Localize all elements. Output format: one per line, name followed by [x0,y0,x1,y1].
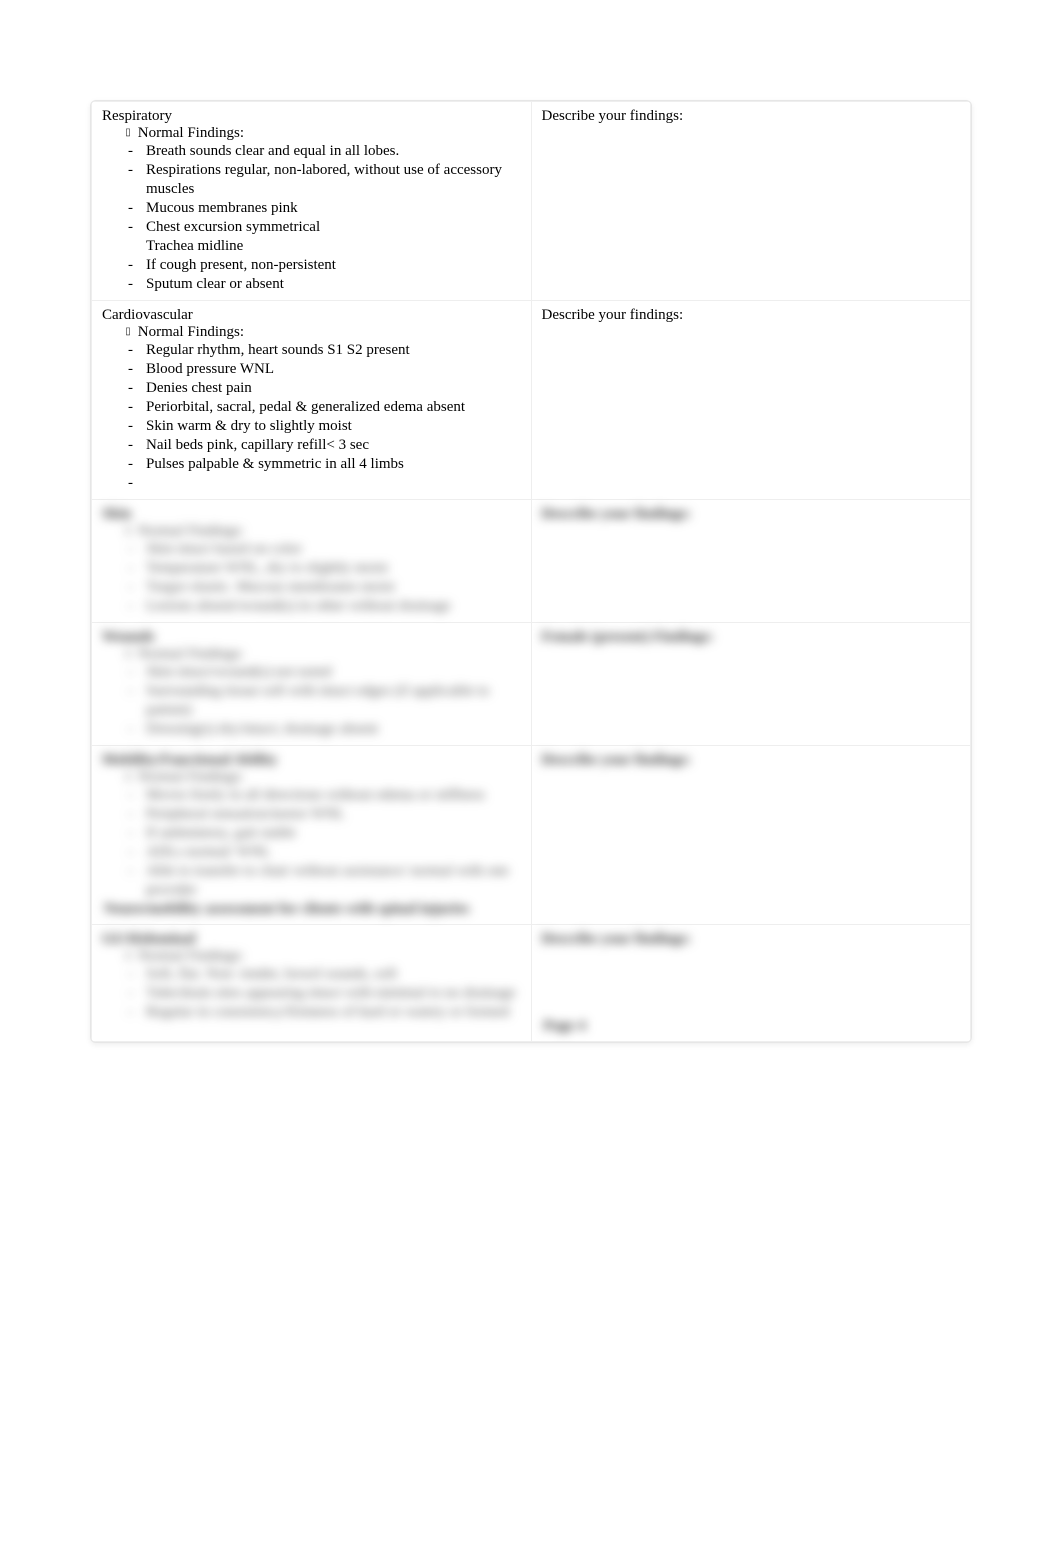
findings-cell: Female (present) Findings: [531,623,971,746]
list-item: Dressing(s) dry/intact; drainage absent [146,720,523,739]
system-cell: Cardiovascular▯ Normal Findings:Regular … [92,301,532,500]
normal-findings-text: Normal Findings: [138,646,244,662]
square-bullet-icon: ▯ [122,525,134,536]
normal-findings-label: ▯ Normal Findings: [102,125,523,142]
assessment-table: Respiratory▯ Normal Findings:Breath soun… [91,101,971,1042]
list-item: Nail beds pink, capillary refill< 3 sec [146,436,523,455]
findings-label: Describe your findings: [542,307,963,324]
normal-findings-list: Skin intact/wound(s) not notedSurroundin… [102,663,523,739]
system-cell: Mobility/Functional Ability▯ Normal Find… [92,746,532,925]
list-item: If cough present, non-persistent [146,256,523,275]
list-item: Temperature WNL, dry to slightly moist [146,559,523,578]
system-cell: Respiratory▯ Normal Findings:Breath soun… [92,102,532,301]
findings-label: Female (present) Findings: [542,629,963,646]
list-item: Denies chest pain [146,379,523,398]
assessment-sheet: Respiratory▯ Normal Findings:Breath soun… [90,100,972,1043]
list-item: Lesions absent/wound(s) in other without… [146,597,523,616]
table-row: Cardiovascular▯ Normal Findings:Regular … [92,301,971,500]
list-item: Pulses palpable & symmetric in all 4 lim… [146,455,523,474]
list-item: Peripheral sensation/motor WNL [146,805,523,824]
list-item: Chest excursion symmetrical [146,218,523,237]
findings-cell: Describe your findings: Page 4 [531,925,971,1042]
list-item: Regular in consistency/firmness of hard … [146,1003,523,1022]
normal-findings-label: ▯ Normal Findings: [102,769,523,786]
normal-findings-list: Moves freely in all directions without e… [102,786,523,900]
list-item: If ambulatory, gait stable [146,824,523,843]
list-item: Soft, flat. Non- tender, bowel sounds, s… [146,965,523,984]
square-bullet-icon: ▯ [122,127,134,138]
list-item: Regular rhythm, heart sounds S1 S2 prese… [146,341,523,360]
normal-findings-text: Normal Findings: [138,523,244,539]
square-bullet-icon: ▯ [122,648,134,659]
normal-findings-label: ▯ Normal Findings: [102,324,523,341]
findings-cell: Describe your findings: [531,500,971,623]
normal-findings-text: Normal Findings: [138,324,244,340]
normal-findings-label: ▯ Normal Findings: [102,523,523,540]
system-heading: Wounds [102,629,523,646]
square-bullet-icon: ▯ [122,950,134,961]
system-cell: Wounds▯ Normal Findings:Skin intact/woun… [92,623,532,746]
list-item: Trachea midline [146,237,523,256]
findings-cell: Describe your findings: [531,301,971,500]
normal-findings-list: Breath sounds clear and equal in all lob… [102,142,523,294]
normal-findings-list: Regular rhythm, heart sounds S1 S2 prese… [102,341,523,493]
list-item: Tube/drain sites appearing intact with m… [146,984,523,1003]
system-cell: GI/Abdominal▯ Normal Findings:Soft, flat… [92,925,532,1042]
normal-findings-label: ▯ Normal Findings: [102,646,523,663]
table-row: GI/Abdominal▯ Normal Findings:Soft, flat… [92,925,971,1042]
list-item: ADLs normal/ WNL [146,843,523,862]
list-item: Moves freely in all directions without e… [146,786,523,805]
system-heading: Respiratory [102,108,523,125]
table-row: Respiratory▯ Normal Findings:Breath soun… [92,102,971,301]
findings-label: Describe your findings: [542,752,963,769]
system-heading: Skin [102,506,523,523]
list-item: Respirations regular, non-labored, witho… [146,161,523,199]
list-item: Skin intact/wound(s) not noted [146,663,523,682]
list-item: Able to transfer to chair without assist… [146,862,523,900]
list-item: Sputum clear or absent [146,275,523,294]
normal-findings-list: Skin intact based on colorTemperature WN… [102,540,523,616]
system-heading: Cardiovascular [102,307,523,324]
list-item: Breath sounds clear and equal in all lob… [146,142,523,161]
system-heading: GI/Abdominal [102,931,523,948]
normal-findings-label: ▯ Normal Findings: [102,948,523,965]
normal-findings-text: Normal Findings: [138,125,244,141]
findings-cell: Describe your findings: [531,746,971,925]
square-bullet-icon: ▯ [122,771,134,782]
list-item [146,474,523,493]
list-item: Periorbital, sacral, pedal & generalized… [146,398,523,417]
section-note: Neuro/mobility assessment for clients wi… [102,900,523,918]
table-row: Mobility/Functional Ability▯ Normal Find… [92,746,971,925]
system-cell: Skin▯ Normal Findings:Skin intact based … [92,500,532,623]
normal-findings-text: Normal Findings: [138,769,244,785]
findings-label: Describe your findings: [542,506,963,523]
findings-label: Describe your findings: [542,108,963,125]
list-item: Surrounding tissue soft with intact edge… [146,682,523,720]
list-item: Skin intact based on color [146,540,523,559]
normal-findings-text: Normal Findings: [138,948,244,964]
list-item: Blood pressure WNL [146,360,523,379]
page-number: Page 4 [542,1018,963,1035]
list-item: Turgor elastic. Mucous membranes moist [146,578,523,597]
table-row: Wounds▯ Normal Findings:Skin intact/woun… [92,623,971,746]
findings-cell: Describe your findings: [531,102,971,301]
system-heading: Mobility/Functional Ability [102,752,523,769]
normal-findings-list: Soft, flat. Non- tender, bowel sounds, s… [102,965,523,1022]
list-item: Skin warm & dry to slightly moist [146,417,523,436]
findings-label: Describe your findings: [542,931,963,948]
table-row: Skin▯ Normal Findings:Skin intact based … [92,500,971,623]
list-item: Mucous membranes pink [146,199,523,218]
square-bullet-icon: ▯ [122,326,134,337]
